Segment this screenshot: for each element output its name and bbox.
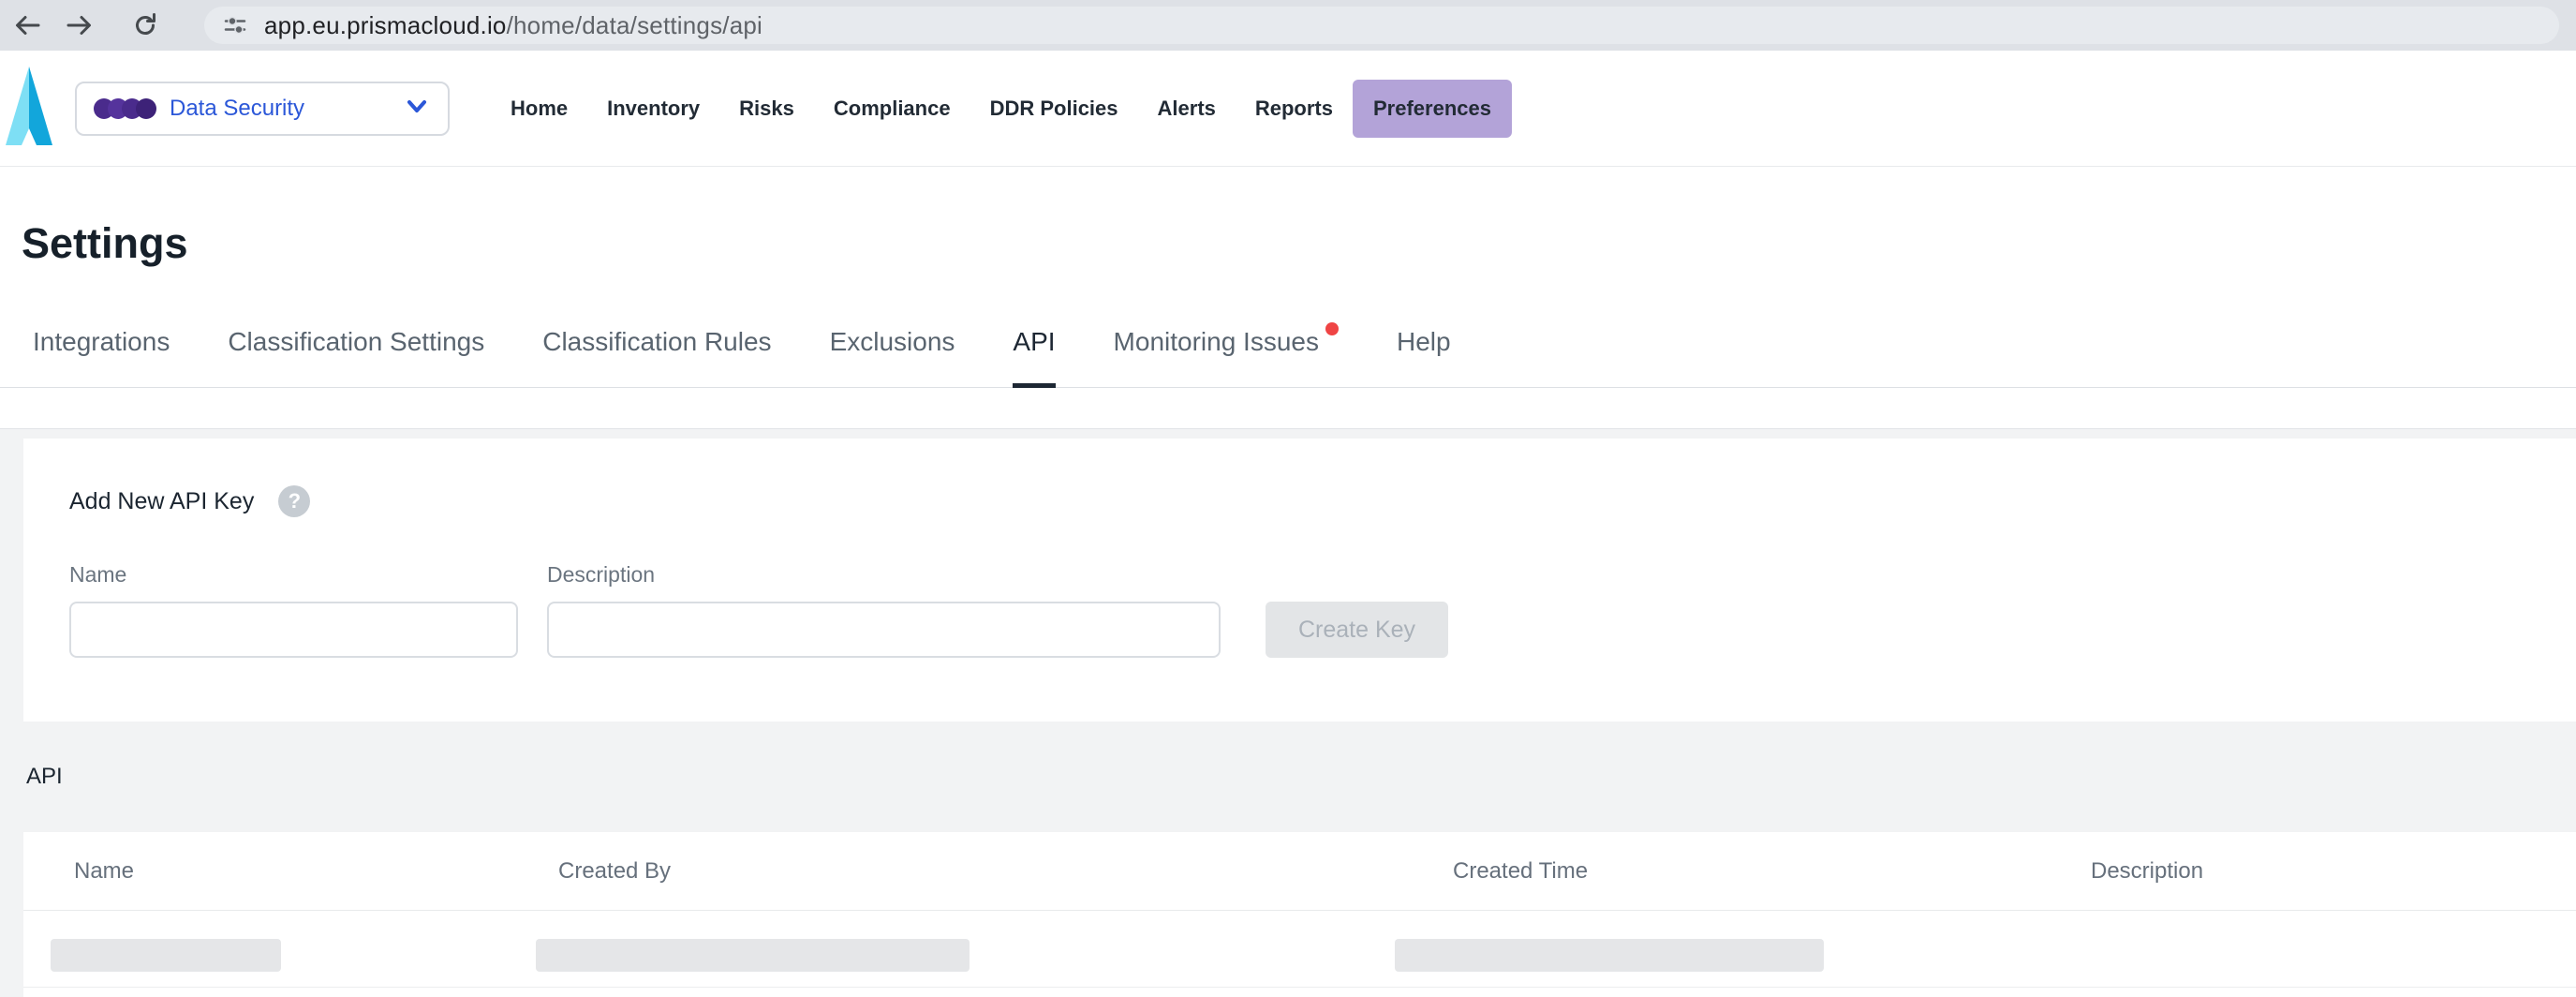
nav-item-ddr-policies[interactable]: DDR Policies xyxy=(970,80,1138,138)
table-row[interactable] xyxy=(23,911,2576,988)
api-key-name-input[interactable] xyxy=(69,602,518,658)
url-host: app.eu.prismacloud.io xyxy=(264,11,507,39)
data-security-dots-icon xyxy=(94,98,156,119)
api-section-title: API xyxy=(26,764,2576,790)
page-header: Settings xyxy=(0,167,2576,269)
chevron-down-icon xyxy=(403,92,431,125)
tab-exclusions[interactable]: Exclusions xyxy=(830,327,955,388)
nav-item-compliance[interactable]: Compliance xyxy=(814,80,970,138)
redacted-created-by-cell xyxy=(536,939,970,972)
tab-classification-settings[interactable]: Classification Settings xyxy=(228,327,484,388)
create-key-button[interactable]: Create Key xyxy=(1266,602,1448,658)
url-text: app.eu.prismacloud.io/home/data/settings… xyxy=(264,11,762,40)
api-keys-table: Name Created By Created Time Description xyxy=(23,832,2576,997)
tab-api[interactable]: API xyxy=(1013,327,1055,388)
nav-item-alerts[interactable]: Alerts xyxy=(1138,80,1236,138)
nav-item-reports[interactable]: Reports xyxy=(1236,80,1353,138)
tab-help[interactable]: Help xyxy=(1397,327,1451,388)
nav-item-home[interactable]: Home xyxy=(491,80,587,138)
add-api-key-card: Add New API Key ? Name Description Creat… xyxy=(23,439,2576,722)
help-question-icon[interactable]: ? xyxy=(278,485,310,517)
column-header-name: Name xyxy=(23,858,558,885)
api-key-description-input[interactable] xyxy=(547,602,1221,658)
nav-item-inventory[interactable]: Inventory xyxy=(587,80,719,138)
forward-icon[interactable] xyxy=(66,11,94,39)
product-selector-label: Data Security xyxy=(170,96,304,122)
table-header-row: Name Created By Created Time Description xyxy=(23,832,2576,911)
content-area: Add New API Key ? Name Description Creat… xyxy=(0,428,2576,997)
back-icon[interactable] xyxy=(13,11,41,39)
add-api-key-title: Add New API Key xyxy=(69,488,254,515)
browser-toolbar: app.eu.prismacloud.io/home/data/settings… xyxy=(0,0,2576,51)
name-field-label: Name xyxy=(69,562,547,588)
url-path: /home/data/settings/api xyxy=(507,11,762,39)
site-settings-icon[interactable] xyxy=(223,13,247,37)
column-header-created-by: Created By xyxy=(558,858,1453,885)
description-field-label: Description xyxy=(547,562,655,588)
page-title: Settings xyxy=(22,218,2576,269)
column-header-created-time: Created Time xyxy=(1453,858,2091,885)
tab-integrations[interactable]: Integrations xyxy=(33,327,170,388)
tab-monitoring-issues-label: Monitoring Issues xyxy=(1114,327,1319,356)
nav-item-preferences[interactable]: Preferences xyxy=(1353,80,1512,138)
reload-icon[interactable] xyxy=(131,11,159,39)
prisma-cloud-logo-icon xyxy=(4,65,54,152)
tab-classification-rules[interactable]: Classification Rules xyxy=(542,327,771,388)
top-navigation: Data Security Home Inventory Risks Compl… xyxy=(0,51,2576,167)
address-bar[interactable]: app.eu.prismacloud.io/home/data/settings… xyxy=(204,7,2559,44)
redacted-created-time-cell xyxy=(1395,939,1824,972)
settings-tabs: Integrations Classification Settings Cla… xyxy=(0,327,2576,388)
redacted-name-cell xyxy=(51,939,281,972)
nav-item-risks[interactable]: Risks xyxy=(719,80,814,138)
column-header-description: Description xyxy=(2091,858,2576,885)
product-selector-dropdown[interactable]: Data Security xyxy=(75,82,450,136)
notification-dot xyxy=(1325,322,1339,335)
tab-monitoring-issues[interactable]: Monitoring Issues xyxy=(1114,327,1339,388)
main-nav: Home Inventory Risks Compliance DDR Poli… xyxy=(491,80,1512,138)
